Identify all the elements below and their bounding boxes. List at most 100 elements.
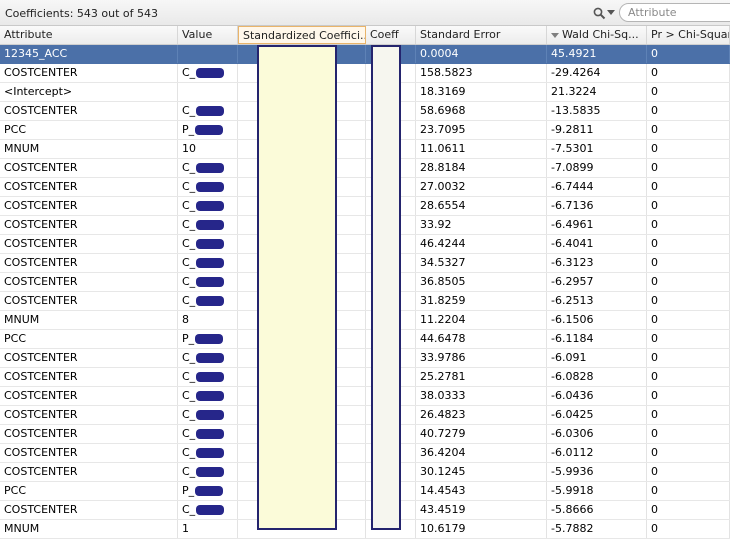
coefficients-table[interactable]: 12345_ACC 0.0004 45.4921 0 COSTCENTER C_ 158.5… bbox=[0, 45, 730, 540]
cell-standard-error-text: 36.4204 bbox=[420, 446, 466, 459]
table-row[interactable]: COSTCENTER C_ 27.0032 -6.7444 0 bbox=[0, 178, 730, 197]
cell-standard-error-text: 44.6478 bbox=[420, 332, 466, 345]
cell-value-text: C_ bbox=[182, 218, 196, 231]
column-header-label: Coeff bbox=[370, 28, 399, 41]
table-row[interactable]: COSTCENTER C_ 33.9786 -6.091 0 bbox=[0, 349, 730, 368]
cell-attribute: MNUM bbox=[0, 140, 178, 158]
table-row[interactable]: COSTCENTER C_ 43.4519 -5.8666 0 bbox=[0, 501, 730, 520]
cell-attribute: COSTCENTER bbox=[0, 501, 178, 519]
table-row[interactable]: COSTCENTER C_ 38.0333 -6.0436 0 bbox=[0, 387, 730, 406]
cell-wald-chi-square-text: -6.2957 bbox=[551, 275, 594, 288]
table-row[interactable]: COSTCENTER C_ 40.7279 -6.0306 0 bbox=[0, 425, 730, 444]
cell-wald-chi-square: -6.0436 bbox=[547, 387, 647, 405]
cell-attribute-text: PCC bbox=[4, 123, 26, 136]
cell-attribute: PCC bbox=[0, 121, 178, 139]
table-row[interactable]: COSTCENTER C_ 28.6554 -6.7136 0 bbox=[0, 197, 730, 216]
cell-wald-chi-square-text: -5.7882 bbox=[551, 522, 594, 535]
cell-pr-chi-square: 0 bbox=[647, 368, 730, 386]
cell-value: C_ bbox=[178, 444, 238, 462]
column-header-pr-chi-square[interactable]: Pr > Chi-Square bbox=[647, 26, 730, 44]
cell-value-text: 1 bbox=[182, 522, 189, 535]
cell-standard-error-text: 25.2781 bbox=[420, 370, 466, 383]
cell-standard-error-text: 26.4823 bbox=[420, 408, 466, 421]
cell-attribute: COSTCENTER bbox=[0, 216, 178, 234]
redaction-mark bbox=[196, 201, 225, 211]
cell-value-text: P_ bbox=[182, 332, 195, 345]
column-header-attribute[interactable]: Attribute bbox=[0, 26, 178, 44]
table-row[interactable]: <Intercept> 18.3169 21.3224 0 bbox=[0, 83, 730, 102]
cell-standard-error-text: 58.6968 bbox=[420, 104, 466, 117]
cell-standard-error-text: 34.5327 bbox=[420, 256, 466, 269]
table-row[interactable]: COSTCENTER C_ 33.92 -6.4961 0 bbox=[0, 216, 730, 235]
cell-value: C_ bbox=[178, 235, 238, 253]
cell-standard-error-text: 11.2204 bbox=[420, 313, 466, 326]
sort-descending-icon bbox=[551, 32, 559, 38]
cell-pr-chi-square-text: 0 bbox=[651, 275, 658, 288]
cell-wald-chi-square-text: -5.8666 bbox=[551, 503, 594, 516]
cell-standard-error-text: 46.4244 bbox=[420, 237, 466, 250]
cell-wald-chi-square-text: -6.7136 bbox=[551, 199, 594, 212]
cell-value-text: C_ bbox=[182, 389, 196, 402]
cell-attribute-text: COSTCENTER bbox=[4, 427, 78, 440]
table-row[interactable]: COSTCENTER C_ 28.8184 -7.0899 0 bbox=[0, 159, 730, 178]
table-row[interactable]: COSTCENTER C_ 30.1245 -5.9936 0 bbox=[0, 463, 730, 482]
cell-standard-error: 28.6554 bbox=[416, 197, 547, 215]
table-row[interactable]: COSTCENTER C_ 36.4204 -6.0112 0 bbox=[0, 444, 730, 463]
table-row[interactable]: COSTCENTER C_ 158.5823 -29.4264 0 bbox=[0, 64, 730, 83]
cell-attribute: COSTCENTER bbox=[0, 178, 178, 196]
column-header-value[interactable]: Value bbox=[178, 26, 238, 44]
column-header-coeff[interactable]: Coeff bbox=[366, 26, 416, 44]
table-row[interactable]: COSTCENTER C_ 26.4823 -6.0425 0 bbox=[0, 406, 730, 425]
table-row[interactable]: COSTCENTER C_ 25.2781 -6.0828 0 bbox=[0, 368, 730, 387]
column-header-standard-error[interactable]: Standard Error bbox=[416, 26, 547, 44]
redaction-mark bbox=[196, 353, 225, 363]
cell-value: C_ bbox=[178, 425, 238, 443]
cell-pr-chi-square-text: 0 bbox=[651, 313, 658, 326]
cell-pr-chi-square: 0 bbox=[647, 197, 730, 215]
table-row[interactable]: COSTCENTER C_ 46.4244 -6.4041 0 bbox=[0, 235, 730, 254]
cell-value: C_ bbox=[178, 178, 238, 196]
table-row[interactable]: MNUM 1 10.6179 -5.7882 0 bbox=[0, 520, 730, 539]
cell-pr-chi-square-text: 0 bbox=[651, 294, 658, 307]
search-field[interactable] bbox=[619, 3, 730, 22]
search-input[interactable] bbox=[628, 6, 730, 19]
cell-pr-chi-square-text: 0 bbox=[651, 237, 658, 250]
redaction-mark bbox=[196, 163, 225, 173]
table-row[interactable]: MNUM 10 11.0611 -7.5301 0 bbox=[0, 140, 730, 159]
cell-pr-chi-square: 0 bbox=[647, 482, 730, 500]
cell-wald-chi-square-text: -6.0828 bbox=[551, 370, 594, 383]
table-row[interactable]: PCC P_ 23.7095 -9.2811 0 bbox=[0, 121, 730, 140]
cell-wald-chi-square-text: -6.3123 bbox=[551, 256, 594, 269]
cell-attribute-text: COSTCENTER bbox=[4, 389, 78, 402]
search-options-button[interactable] bbox=[593, 5, 617, 21]
cell-pr-chi-square: 0 bbox=[647, 159, 730, 177]
cell-pr-chi-square: 0 bbox=[647, 292, 730, 310]
table-row[interactable]: 12345_ACC 0.0004 45.4921 0 bbox=[0, 45, 730, 64]
cell-wald-chi-square: -6.4041 bbox=[547, 235, 647, 253]
search-icon bbox=[593, 7, 606, 19]
table-row[interactable]: COSTCENTER C_ 34.5327 -6.3123 0 bbox=[0, 254, 730, 273]
table-row[interactable]: COSTCENTER C_ 36.8505 -6.2957 0 bbox=[0, 273, 730, 292]
column-header-standardized-coefficient[interactable]: Standardized Coeffici... bbox=[238, 26, 366, 44]
redaction-box-standardized bbox=[257, 45, 337, 530]
cell-pr-chi-square: 0 bbox=[647, 330, 730, 348]
cell-wald-chi-square-text: -9.2811 bbox=[551, 123, 594, 136]
column-header-wald-chi-square[interactable]: Wald Chi-Sq... bbox=[547, 26, 647, 44]
cell-standard-error-text: 40.7279 bbox=[420, 427, 466, 440]
redaction-mark bbox=[196, 467, 225, 477]
cell-attribute: COSTCENTER bbox=[0, 159, 178, 177]
cell-standard-error: 27.0032 bbox=[416, 178, 547, 196]
cell-wald-chi-square-text: -6.7444 bbox=[551, 180, 594, 193]
table-row[interactable]: MNUM 8 11.2204 -6.1506 0 bbox=[0, 311, 730, 330]
table-row[interactable]: COSTCENTER C_ 58.6968 -13.5835 0 bbox=[0, 102, 730, 121]
cell-standard-error-text: 31.8259 bbox=[420, 294, 466, 307]
table-row[interactable]: PCC P_ 44.6478 -6.1184 0 bbox=[0, 330, 730, 349]
cell-attribute: COSTCENTER bbox=[0, 425, 178, 443]
cell-value: C_ bbox=[178, 197, 238, 215]
column-header-label: Attribute bbox=[4, 28, 53, 41]
table-row[interactable]: PCC P_ 14.4543 -5.9918 0 bbox=[0, 482, 730, 501]
table-row[interactable]: COSTCENTER C_ 31.8259 -6.2513 0 bbox=[0, 292, 730, 311]
cell-attribute-text: PCC bbox=[4, 484, 26, 497]
cell-standard-error-text: 11.0611 bbox=[420, 142, 466, 155]
cell-wald-chi-square-text: -6.1506 bbox=[551, 313, 594, 326]
